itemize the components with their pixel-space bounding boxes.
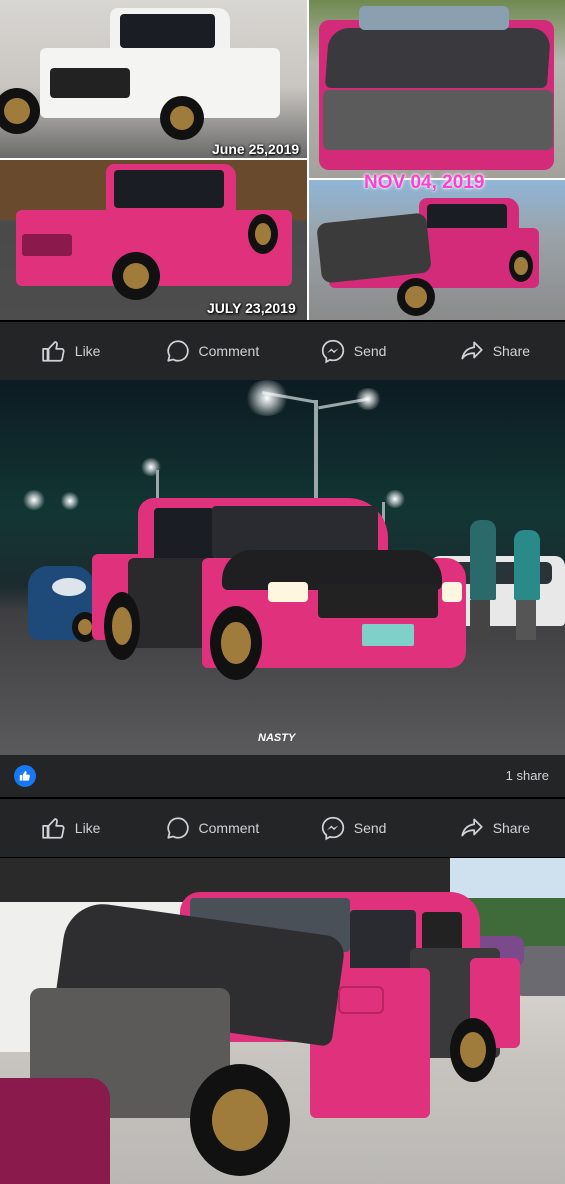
photo-pink-truck: JULY 23,2019 [0, 160, 307, 320]
action-bar: Like Comment Send Share [0, 322, 565, 380]
date-label-june: June 25,2019 [212, 141, 300, 157]
comment-button[interactable]: Comment [141, 338, 282, 364]
thumbs-up-icon [19, 771, 30, 781]
comment-icon [166, 817, 189, 839]
comment-label: Comment [198, 343, 260, 359]
wrecked-truck-photo[interactable] [0, 858, 565, 1184]
pink-truck-graphic [16, 164, 292, 300]
crashed-truck-graphic [316, 198, 539, 318]
send-button[interactable]: Send [283, 815, 424, 841]
photo-crashed-front [309, 0, 565, 178]
license-plate [362, 624, 414, 646]
date-label-july: JULY 23,2019 [207, 300, 296, 316]
like-label: Like [74, 343, 101, 359]
send-label: Send [353, 820, 387, 836]
pink-black-truck-graphic [92, 498, 466, 698]
white-truck-graphic [40, 8, 280, 148]
share-arrow-icon [461, 818, 483, 837]
photo-watermark: NASTY [258, 732, 296, 744]
street-lamp-light [244, 380, 290, 416]
share-button[interactable]: Share [424, 815, 565, 841]
headlight [268, 582, 308, 602]
share-label: Share [492, 820, 531, 836]
photo-white-truck: June 25,2019 [0, 0, 307, 158]
thumbs-up-icon [42, 818, 65, 839]
like-reaction-badge[interactable] [14, 765, 36, 787]
share-count[interactable]: 1 share [506, 768, 549, 783]
like-button[interactable]: Like [0, 815, 141, 841]
night-street-photo[interactable]: NASTY [0, 380, 565, 755]
send-label: Send [353, 343, 387, 359]
send-button[interactable]: Send [283, 338, 424, 364]
share-button[interactable]: Share [424, 338, 565, 364]
thumbs-up-icon [42, 341, 65, 362]
reactions-row: 1 share [0, 755, 565, 797]
comment-button[interactable]: Comment [141, 815, 282, 841]
date-label-nov: NOV 04, 2019 [364, 172, 485, 193]
like-button[interactable]: Like [0, 338, 141, 364]
messenger-icon [321, 339, 344, 364]
messenger-icon [321, 816, 344, 841]
comment-label: Comment [198, 820, 260, 836]
photo-crashed-side [309, 180, 565, 320]
share-label: Share [492, 343, 531, 359]
like-label: Like [74, 820, 101, 836]
collage-photo[interactable]: June 25,2019 JULY 23,2019 NOV 04, 2019 [0, 0, 565, 320]
share-arrow-icon [461, 341, 483, 360]
truck-grille [318, 584, 438, 618]
comment-icon [166, 340, 189, 362]
action-bar: Like Comment Send Share [0, 799, 565, 857]
